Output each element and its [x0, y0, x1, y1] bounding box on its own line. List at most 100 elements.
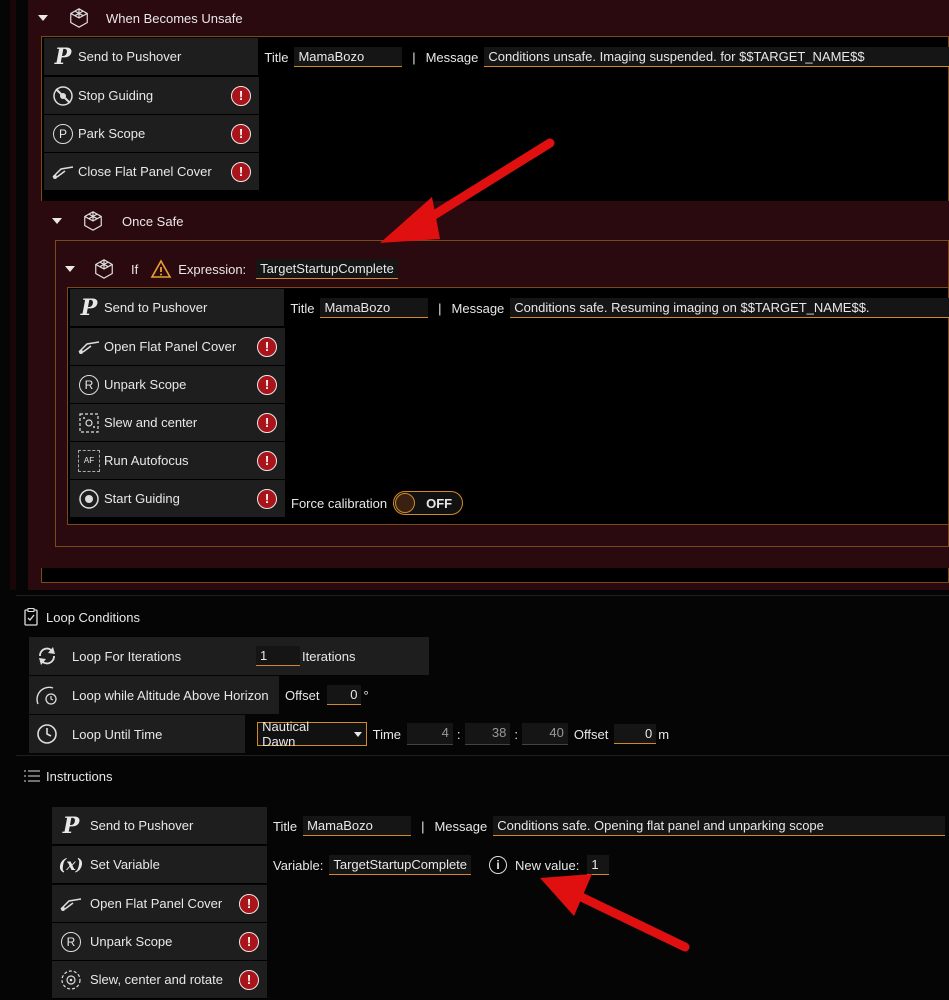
slew-center-instruction[interactable]: Slew and center !	[70, 404, 285, 442]
close-flat-panel-instruction[interactable]: Close Flat Panel Cover !	[44, 153, 259, 191]
loop-altitude-row[interactable]: Loop while Altitude Above Horizon Offset…	[29, 676, 429, 714]
start-guiding-instruction[interactable]: Start Guiding !	[70, 480, 285, 518]
loop-iterations-row[interactable]: Loop For Iterations 1 Iterations	[29, 637, 429, 675]
colon: :	[456, 726, 461, 742]
when-unsafe-header: When Becomes Unsafe	[38, 3, 538, 33]
once-safe-header: Once Safe	[52, 206, 352, 236]
instructions-pushover-instruction[interactable]: P Send to Pushover	[52, 807, 267, 845]
error-icon: !	[257, 336, 277, 357]
altitude-offset-input[interactable]: 0	[327, 685, 362, 705]
unpark-icon: R	[61, 931, 81, 952]
pushover-icon: P	[54, 43, 72, 70]
minute-input[interactable]: 38	[464, 723, 511, 745]
loop-altitude-instruction[interactable]: Loop while Altitude Above Horizon	[29, 676, 279, 714]
variable-input[interactable]: TargetStartupComplete	[329, 855, 472, 875]
list-icon	[24, 770, 40, 782]
set-variable-row[interactable]: (x) Set Variable Variable: TargetStartup…	[52, 846, 949, 884]
instruction-name: Close Flat Panel Cover	[78, 164, 212, 179]
collapse-caret-icon[interactable]	[52, 218, 62, 224]
altitude-icon	[36, 686, 57, 705]
title-input[interactable]: MamaBozo	[303, 816, 412, 836]
loop-until-time-instruction[interactable]: Loop Until Time	[29, 715, 246, 753]
message-label: Message	[425, 49, 479, 65]
title-input[interactable]: MamaBozo	[320, 298, 429, 318]
hour-input[interactable]: 4	[407, 723, 453, 745]
instruction-name: Loop Until Time	[72, 726, 163, 742]
instruction-name: Send to Pushover	[78, 49, 182, 64]
second-input[interactable]: 40	[522, 723, 568, 745]
annotation-arrow-icon	[540, 874, 690, 952]
force-calibration-toggle[interactable]: OFF	[393, 491, 464, 515]
expression-input[interactable]: TargetStartupComplete	[256, 259, 398, 279]
flat-panel-icon	[52, 165, 74, 179]
clock-icon	[37, 724, 57, 744]
instruction-name: Send to Pushover	[90, 818, 194, 833]
title-label: Title	[264, 49, 289, 65]
clipboard-icon	[24, 608, 38, 626]
loop-iterations-instruction[interactable]: Loop For Iterations	[29, 637, 246, 675]
slew-center-icon	[79, 412, 99, 433]
instruction-name: Run Autofocus	[104, 453, 189, 468]
once-safe-label: Once Safe	[122, 213, 184, 229]
annotation-arrow-icon	[380, 138, 555, 243]
info-icon[interactable]: i	[489, 856, 508, 874]
title-input[interactable]: MamaBozo	[294, 47, 403, 67]
colon: :	[514, 726, 518, 742]
loop-until-time-row[interactable]: Loop Until Time Nautical Dawn Time 4 : 3…	[29, 715, 669, 753]
unpark-scope-instruction[interactable]: R Unpark Scope !	[70, 366, 285, 404]
iterations-input[interactable]: 1	[256, 646, 300, 666]
message-label: Message	[451, 300, 505, 316]
expression-label: Expression:	[178, 261, 247, 277]
message-input[interactable]: Conditions unsafe. Imaging suspended. fo…	[484, 47, 949, 67]
set-variable-instruction[interactable]: (x) Set Variable	[52, 846, 267, 884]
instructions-pushover-row[interactable]: P Send to Pushover Title MamaBozo | Mess…	[52, 807, 949, 845]
run-autofocus-instruction[interactable]: AF Run Autofocus !	[70, 442, 285, 480]
time-source-dropdown[interactable]: Nautical Dawn	[257, 719, 367, 749]
open-flat-panel-instruction[interactable]: Open Flat Panel Cover !	[52, 885, 267, 923]
slew-center-rotate-instruction[interactable]: Slew, center and rotate !	[52, 961, 267, 999]
message-label: Message	[434, 818, 488, 834]
message-input[interactable]: Conditions safe. Resuming imaging on $$T…	[510, 298, 949, 318]
separator: |	[438, 300, 442, 316]
if-item-list: Open Flat Panel Cover ! R Unpark Scope !…	[70, 328, 285, 518]
degree-unit: °	[363, 687, 369, 703]
force-calibration-label: Force calibration	[291, 495, 388, 511]
if-pushover-row[interactable]: P Send to Pushover Title MamaBozo | Mess…	[70, 289, 949, 327]
collapse-caret-icon[interactable]	[38, 15, 48, 21]
dropdown-value: Nautical Dawn	[262, 719, 310, 749]
instruction-name: Send to Pushover	[104, 300, 208, 315]
open-flat-panel-instruction[interactable]: Open Flat Panel Cover !	[70, 328, 285, 366]
cube-icon	[84, 211, 102, 231]
slew-rotate-icon	[61, 969, 81, 990]
instructions-divider	[16, 755, 949, 756]
message-input[interactable]: Conditions safe. Opening flat panel and …	[493, 816, 946, 836]
instruction-name: Stop Guiding	[78, 88, 154, 103]
unsafe-pushover-instruction[interactable]: P Send to Pushover	[44, 38, 259, 76]
iterations-suffix: Iterations	[302, 648, 356, 664]
when-unsafe-label: When Becomes Unsafe	[106, 10, 243, 26]
variable-icon: (x)	[58, 855, 84, 874]
separator: |	[412, 49, 416, 65]
unsafe-item-list: Stop Guiding ! P Park Scope ! Close Flat…	[44, 77, 259, 191]
instruction-name: Open Flat Panel Cover	[90, 896, 223, 911]
instruction-name: Unpark Scope	[104, 377, 187, 392]
if-header: If Expression: TargetStartupComplete	[65, 254, 565, 284]
time-offset-input[interactable]: 0	[614, 724, 657, 744]
loop-divider	[16, 595, 949, 596]
unsafe-pushover-row[interactable]: P Send to Pushover Title MamaBozo | Mess…	[44, 38, 949, 76]
stop-guiding-icon	[53, 85, 73, 106]
unpark-scope-instruction[interactable]: R Unpark Scope !	[52, 923, 267, 961]
error-icon: !	[239, 931, 259, 952]
collapse-caret-icon[interactable]	[65, 266, 75, 272]
instructions-item-list: Open Flat Panel Cover ! R Unpark Scope !…	[52, 885, 267, 999]
error-icon: !	[231, 161, 251, 182]
error-icon: !	[231, 123, 251, 144]
if-pushover-instruction[interactable]: P Send to Pushover	[70, 289, 285, 327]
stop-guiding-instruction[interactable]: Stop Guiding !	[44, 77, 259, 115]
cube-icon	[70, 8, 88, 28]
error-icon: !	[257, 450, 277, 471]
minute-unit: m	[658, 726, 670, 742]
park-scope-instruction[interactable]: P Park Scope !	[44, 115, 259, 153]
error-icon: !	[239, 969, 259, 990]
time-label: Time	[372, 726, 402, 742]
